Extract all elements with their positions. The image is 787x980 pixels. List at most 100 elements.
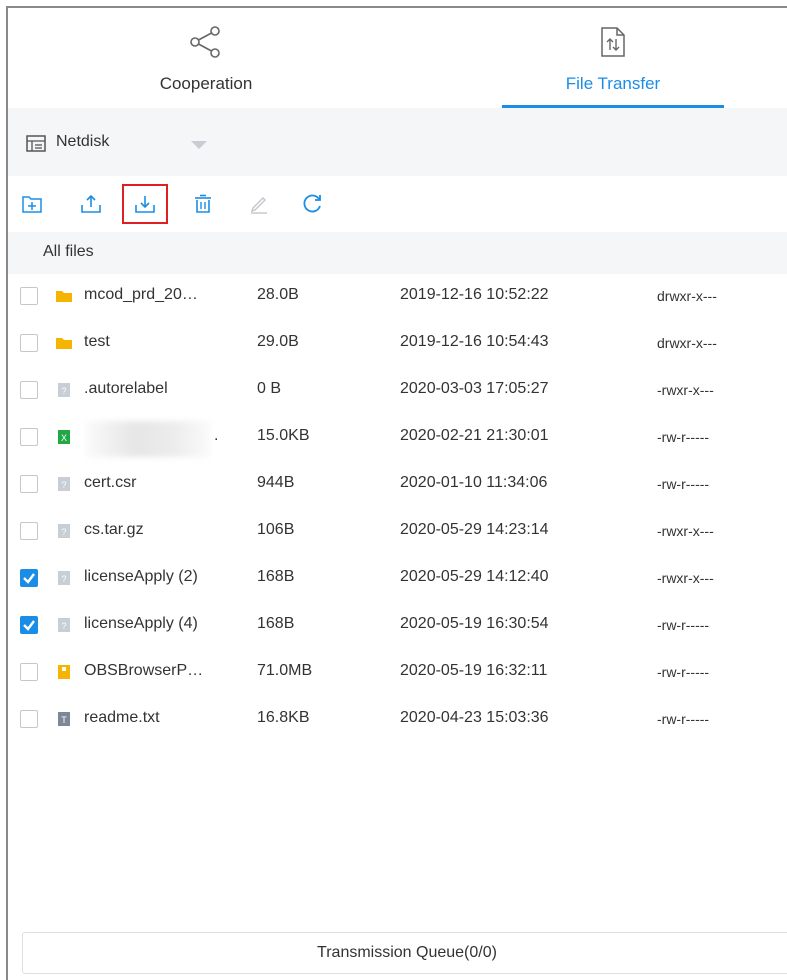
file-name: test: [84, 333, 110, 350]
checkmark-icon: [23, 573, 35, 584]
text-file-icon: T: [58, 712, 70, 726]
unknown-file-icon: ?: [58, 477, 70, 491]
file-permissions: -rwxr-x---: [657, 523, 714, 539]
file-size: 16.8KB: [257, 709, 310, 726]
transmission-queue-button[interactable]: Transmission Queue(0/0): [22, 932, 787, 974]
file-row[interactable]: ? licenseApply (2) 168B 2020-05-29 14:12…: [8, 556, 787, 603]
checkmark-icon: [23, 620, 35, 631]
excel-file-icon: X: [58, 430, 70, 444]
file-date: 2019-12-16 10:52:22: [400, 286, 549, 303]
file-name: cert.csr: [84, 474, 137, 491]
file-size: 15.0KB: [257, 427, 310, 444]
file-name: .autorelabel: [84, 380, 168, 397]
folder-icon: [56, 338, 72, 349]
delete-button[interactable]: [181, 186, 225, 222]
unknown-file-icon: ?: [58, 571, 70, 585]
breadcrumb: All files: [8, 232, 787, 274]
file-permissions: -rw-r-----: [657, 476, 710, 492]
file-name: mcod_prd_20…: [84, 286, 198, 303]
archive-file-icon: [58, 665, 70, 679]
file-panel: Cooperation File Transfer Netdisk All fi…: [6, 6, 787, 980]
tab-bar: Cooperation File Transfer: [8, 8, 787, 108]
file-row[interactable]: X . 15.0KB 2020-02-21 21:30:01 -rw-r----…: [8, 415, 787, 462]
svg-text:X: X: [61, 433, 67, 443]
file-permissions: -rw-r-----: [657, 617, 710, 633]
chevron-down-icon[interactable]: [191, 141, 207, 149]
redacted-name: [86, 421, 210, 457]
breadcrumb-all-files[interactable]: All files: [43, 243, 94, 261]
file-row[interactable]: ? cs.tar.gz 106B 2020-05-29 14:23:14 -rw…: [8, 509, 787, 556]
file-row[interactable]: test 29.0B 2019-12-16 10:54:43 drwxr-x--…: [8, 321, 787, 368]
file-row[interactable]: OBSBrowserP… 71.0MB 2020-05-19 16:32:11 …: [8, 650, 787, 697]
svg-text:T: T: [61, 715, 67, 725]
file-permissions: -rw-r-----: [657, 429, 710, 445]
tab-cooperation[interactable]: Cooperation: [106, 8, 306, 108]
toolbar: [8, 176, 787, 232]
file-name: readme.txt: [84, 709, 160, 726]
file-permissions: drwxr-x---: [657, 335, 717, 351]
unknown-file-icon: ?: [58, 383, 70, 397]
file-size: 106B: [257, 521, 295, 538]
file-date: 2020-05-19 16:32:11: [400, 662, 548, 679]
tab-cooperation-label: Cooperation: [159, 74, 253, 93]
file-date: 2020-05-29 14:23:14: [400, 521, 549, 538]
source-selector[interactable]: Netdisk: [8, 108, 787, 176]
file-permissions: -rwxr-x---: [657, 382, 714, 398]
file-size: 28.0B: [257, 286, 299, 303]
file-size: 71.0MB: [257, 662, 313, 679]
row-checkbox-checked[interactable]: [20, 569, 38, 587]
file-name: OBSBrowserP…: [84, 662, 204, 679]
svg-text:?: ?: [61, 621, 66, 631]
tab-file-transfer[interactable]: File Transfer: [502, 8, 724, 108]
file-date: 2020-05-29 14:12:40: [400, 568, 549, 585]
file-row[interactable]: ? cert.csr 944B 2020-01-10 11:34:06 -rw-…: [8, 462, 787, 509]
file-row[interactable]: ? .autorelabel 0 B 2020-03-03 17:05:27 -…: [8, 368, 787, 415]
file-name: cs.tar.gz: [84, 521, 144, 538]
row-checkbox[interactable]: [20, 287, 38, 305]
netdisk-icon: [26, 135, 46, 158]
file-row[interactable]: ? licenseApply (4) 168B 2020-05-19 16:30…: [8, 603, 787, 650]
rename-button[interactable]: [237, 186, 281, 222]
file-size: 168B: [257, 615, 295, 632]
file-date: 2020-05-19 16:30:54: [400, 615, 549, 632]
svg-text:?: ?: [61, 527, 66, 537]
file-row[interactable]: mcod_prd_20… 28.0B 2019-12-16 10:52:22 d…: [8, 274, 787, 321]
refresh-button[interactable]: [290, 186, 334, 222]
file-transfer-icon: [600, 26, 626, 63]
row-checkbox[interactable]: [20, 522, 38, 540]
delete-icon: [195, 194, 211, 213]
row-checkbox[interactable]: [20, 381, 38, 399]
file-date: 2020-03-03 17:05:27: [400, 380, 549, 397]
tab-file-transfer-label: File Transfer: [565, 74, 661, 93]
download-button[interactable]: [122, 184, 168, 224]
file-permissions: -rwxr-x---: [657, 570, 714, 586]
file-size: 0 B: [257, 380, 282, 397]
file-size: 168B: [257, 568, 295, 585]
file-permissions: drwxr-x---: [657, 288, 717, 304]
file-permissions: -rw-r-----: [657, 664, 710, 680]
unknown-file-icon: ?: [58, 524, 70, 538]
file-name: licenseApply (2): [84, 568, 198, 585]
row-checkbox[interactable]: [20, 710, 38, 728]
svg-text:?: ?: [61, 386, 66, 396]
new-folder-button[interactable]: [10, 186, 54, 222]
refresh-icon: [303, 194, 321, 213]
row-checkbox[interactable]: [20, 475, 38, 493]
share-icon: [189, 26, 223, 63]
row-checkbox[interactable]: [20, 334, 38, 352]
row-checkbox[interactable]: [20, 663, 38, 681]
file-size: 944B: [257, 474, 295, 491]
file-name: licenseApply (4): [84, 615, 198, 632]
upload-button[interactable]: [69, 186, 113, 222]
svg-text:?: ?: [61, 574, 66, 584]
file-date: 2020-02-21 21:30:01: [400, 427, 549, 444]
rename-icon: [250, 197, 267, 214]
row-checkbox-checked[interactable]: [20, 616, 38, 634]
upload-icon: [81, 194, 101, 213]
svg-text:?: ?: [61, 480, 66, 490]
row-checkbox[interactable]: [20, 428, 38, 446]
file-size: 29.0B: [257, 333, 299, 350]
download-icon: [135, 196, 155, 213]
file-row[interactable]: T readme.txt 16.8KB 2020-04-23 15:03:36 …: [8, 697, 787, 744]
file-date: 2020-04-23 15:03:36: [400, 709, 549, 726]
